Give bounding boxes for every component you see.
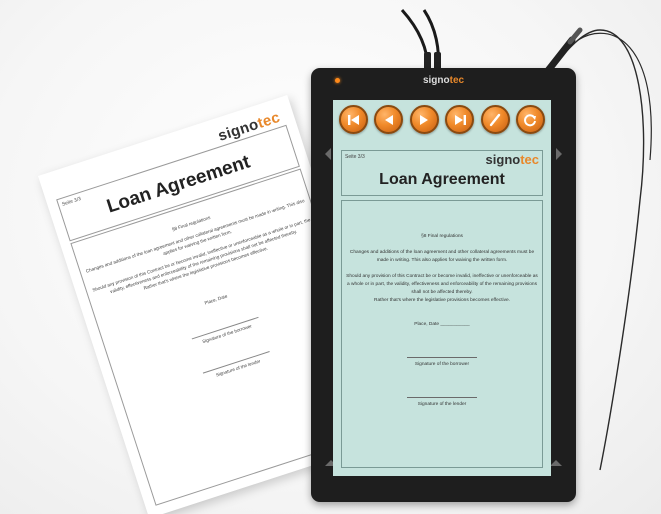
corner-marker-top-left [325,148,331,160]
screen-lender-label: Signature of the lender [417,402,467,407]
last-page-icon [454,114,466,125]
screen-section-heading: §8 Final regulations [421,234,463,239]
pen-icon [489,113,501,126]
first-page-icon [347,114,359,125]
screen-place-date: Place, Date ___________ [414,322,470,327]
screen-paragraph-3: Rather that's where the legislative prov… [373,298,510,303]
screen-paragraph-1: Changes and additions of the loan agreem… [349,250,535,263]
photo-scene: signotec Seite 3/3 Loan Agreement §8 Fin… [0,0,661,514]
screen-paragraph-2: Should any provision of this Contract be… [346,274,538,295]
next-page-icon [420,114,429,125]
refresh-button[interactable] [515,105,545,134]
corner-marker-top-right [556,148,562,160]
screen-toolbar [339,105,545,139]
screen-body-box: §8 Final regulations Changes and additio… [341,200,543,468]
last-page-button[interactable] [445,105,475,134]
signature-tablet: signotec Seite 3/3 Loan Agreement signot… [311,68,576,502]
previous-page-icon [384,114,393,125]
pen-button[interactable] [480,105,510,134]
screen-brand-logo: signotec [485,152,539,167]
previous-page-button[interactable] [374,105,404,134]
corner-marker-bottom-right [550,460,562,466]
screen-lender-signature-line[interactable] [407,397,477,398]
screen-borrower-signature-line[interactable] [407,357,477,358]
paper-place-date: Place, Date [203,293,228,306]
tablet-brand-logo: signotec [422,75,465,86]
screen-title: Loan Agreement [379,171,505,188]
paper-borrower-label: Signature of the borrower [201,323,253,345]
screen-page-number: Seite 3/3 [345,154,365,160]
tablet-screen[interactable]: Seite 3/3 Loan Agreement signotec §8 Fin… [333,100,551,476]
screen-borrower-label: Signature of the borrower [414,362,470,367]
first-page-button[interactable] [339,105,368,134]
refresh-icon [524,113,537,126]
next-page-button[interactable] [409,105,439,134]
